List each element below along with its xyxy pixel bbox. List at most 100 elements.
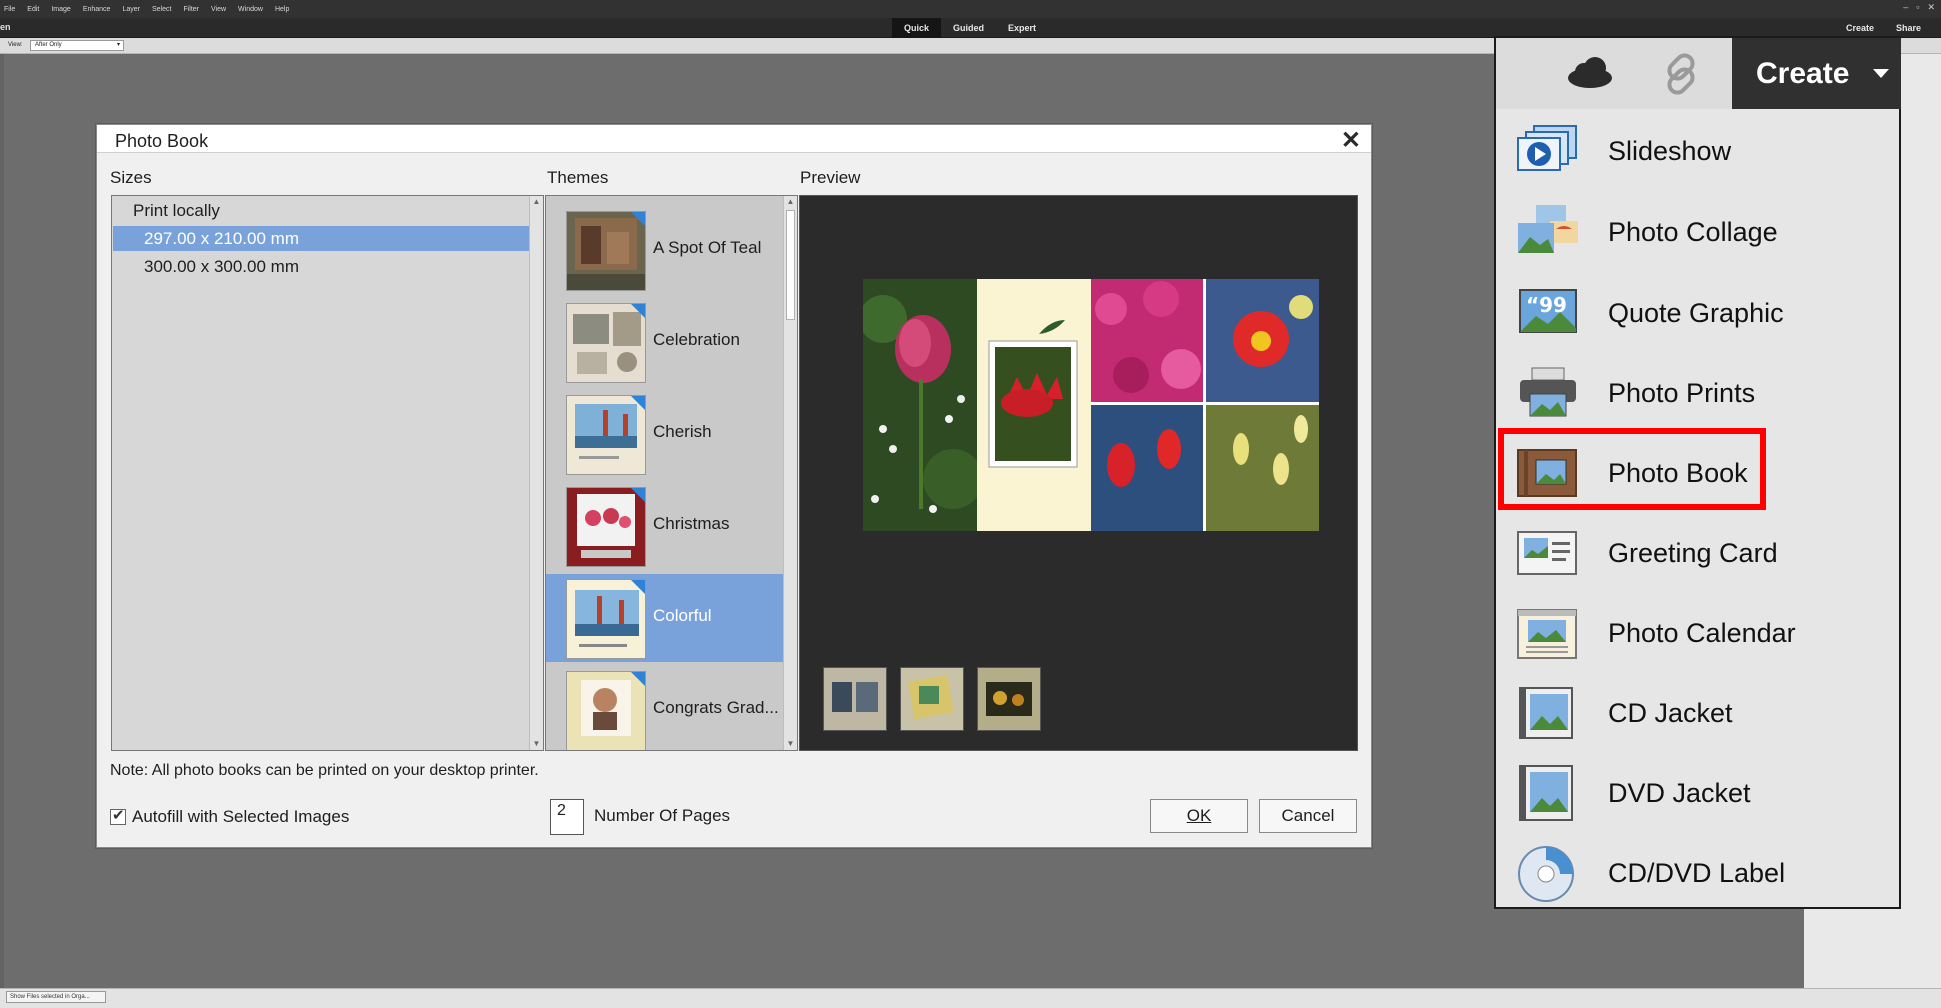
printer-icon <box>1520 367 1576 417</box>
theme-thumbnail <box>566 395 646 475</box>
menu-file[interactable]: File <box>4 6 15 13</box>
create-item-photo-calendar[interactable]: Photo Calendar <box>1496 594 1899 674</box>
autofill-checkbox[interactable]: ✔ <box>110 807 126 825</box>
preview-label: Preview <box>800 168 861 187</box>
sizes-label: Sizes <box>110 168 152 187</box>
scroll-up-icon[interactable]: ▲ <box>784 196 797 208</box>
chevron-down-icon <box>1873 69 1889 78</box>
create-item-label: Photo Calendar <box>1608 618 1796 648</box>
theme-thumbnail <box>566 303 646 383</box>
toolbar-right: Create Share <box>1846 18 1921 38</box>
create-item-label: Slideshow <box>1608 136 1732 166</box>
theme-name: Congrats Grad... <box>653 698 779 717</box>
close-window-icon[interactable]: ✕ <box>1927 2 1935 13</box>
svg-text:“99: “99 <box>1526 293 1567 317</box>
theme-thumbnail <box>566 487 646 567</box>
autofill-option[interactable]: ✔ Autofill with Selected Images <box>110 807 349 827</box>
menu-window[interactable]: Window <box>238 6 263 13</box>
create-button[interactable]: Create <box>1732 38 1901 109</box>
note-text: Note: All photo books can be printed on … <box>110 762 539 779</box>
create-item-label: Photo Prints <box>1608 378 1756 408</box>
theme-name: Christmas <box>653 514 730 533</box>
menu-help[interactable]: Help <box>275 6 289 13</box>
calendar-icon <box>1517 609 1577 659</box>
create-top-button[interactable]: Create <box>1846 18 1874 38</box>
create-item-cd-jacket[interactable]: CD Jacket <box>1496 674 1899 754</box>
create-item-slideshow[interactable]: Slideshow <box>1496 112 1899 192</box>
create-item-label: CD Jacket <box>1608 698 1733 728</box>
create-item-dvd-jacket[interactable]: DVD Jacket <box>1496 754 1899 834</box>
dialog-titlebar: Photo Book ✕ <box>97 125 1371 155</box>
size-item-297x210[interactable]: 297.00 x 210.00 mm <box>113 226 530 251</box>
open-button[interactable]: en <box>0 22 11 32</box>
create-button-label: Create <box>1756 57 1850 90</box>
tab-quick[interactable]: Quick <box>892 18 942 38</box>
dialog-title: Photo Book <box>115 131 209 151</box>
themes-list: A Spot Of Teal Celebration Cherish Chris… <box>545 195 798 751</box>
theme-name: Colorful <box>653 606 712 625</box>
page-thumbnail-3[interactable] <box>977 667 1041 731</box>
page-thumbnail-2[interactable] <box>900 667 964 731</box>
preview-panel <box>799 195 1358 751</box>
theme-item-congrats-grad[interactable]: Congrats Grad... <box>546 666 783 750</box>
preview-spread <box>863 279 1319 531</box>
theme-corner-badge <box>631 488 645 502</box>
sizes-scrollbar[interactable]: ▲ ▼ <box>529 196 543 750</box>
theme-corner-badge <box>631 396 645 410</box>
theme-item-colorful[interactable]: Colorful <box>546 574 783 662</box>
greeting-card-icon <box>1517 531 1577 575</box>
cloud-icon[interactable] <box>1566 56 1614 90</box>
size-item-300x300[interactable]: 300.00 x 300.00 mm <box>113 254 530 279</box>
menu-image[interactable]: Image <box>51 6 70 13</box>
tab-expert[interactable]: Expert <box>996 18 1048 38</box>
theme-item-christmas[interactable]: Christmas <box>546 482 783 570</box>
slideshow-icon <box>1517 125 1577 171</box>
view-select[interactable]: After Only <box>30 40 124 51</box>
scroll-down-icon[interactable]: ▼ <box>784 738 797 750</box>
preview-photo-grid <box>1091 279 1319 531</box>
tab-guided[interactable]: Guided <box>941 18 996 38</box>
theme-name: Cherish <box>653 422 712 441</box>
maximize-icon[interactable]: ▫ <box>1916 2 1919 13</box>
cd-jacket-icon <box>1519 687 1573 739</box>
window-controls: – ▫ ✕ <box>1903 2 1935 13</box>
create-item-quote-graphic[interactable]: “99 Quote Graphic <box>1496 274 1899 354</box>
theme-item-celebration[interactable]: Celebration <box>546 298 783 386</box>
status-bar: Show Files selected in Orga... <box>0 988 1941 1008</box>
scroll-thumb[interactable] <box>786 210 795 320</box>
theme-item-a-spot-of-teal[interactable]: A Spot Of Teal <box>546 206 783 294</box>
cancel-button[interactable]: Cancel <box>1259 799 1357 833</box>
mode-tabs: Quick Guided Expert <box>892 18 1048 38</box>
scroll-down-icon[interactable]: ▼ <box>530 738 543 750</box>
menu-edit[interactable]: Edit <box>27 6 39 13</box>
share-top-button[interactable]: Share <box>1896 18 1921 38</box>
number-of-pages-input[interactable]: 2 <box>550 799 584 835</box>
create-item-photo-prints[interactable]: Photo Prints <box>1496 354 1899 434</box>
themes-label: Themes <box>547 168 609 187</box>
autofill-label[interactable]: Autofill with Selected Images <box>132 807 349 827</box>
create-item-label: DVD Jacket <box>1608 778 1751 808</box>
page-thumb-image <box>824 668 886 730</box>
create-item-photo-collage[interactable]: Photo Collage <box>1496 193 1899 273</box>
menu-enhance[interactable]: Enhance <box>83 6 111 13</box>
theme-item-cherish[interactable]: Cherish <box>546 390 783 478</box>
menu-filter[interactable]: Filter <box>183 6 199 13</box>
ok-button[interactable]: OK <box>1150 799 1248 833</box>
create-item-label: Photo Collage <box>1608 217 1778 247</box>
minimize-icon[interactable]: – <box>1903 2 1908 13</box>
size-group-print-locally: Print locally <box>133 201 220 220</box>
create-item-cd-dvd-label[interactable]: CD/DVD Label <box>1496 834 1899 914</box>
page-thumbnail-1[interactable] <box>823 667 887 731</box>
menu-layer[interactable]: Layer <box>122 6 140 13</box>
create-item-greeting-card[interactable]: Greeting Card <box>1496 514 1899 594</box>
scroll-up-icon[interactable]: ▲ <box>530 196 543 208</box>
themes-scrollbar[interactable]: ▲ ▼ <box>783 196 797 750</box>
theme-thumbnail <box>566 671 646 750</box>
close-icon[interactable]: ✕ <box>1341 126 1361 155</box>
theme-thumbnail <box>566 579 646 659</box>
create-item-label: Greeting Card <box>1608 538 1778 568</box>
menu-view[interactable]: View <box>211 6 226 13</box>
menu-select[interactable]: Select <box>152 6 171 13</box>
status-select[interactable]: Show Files selected in Orga... <box>6 991 106 1003</box>
link-icon[interactable] <box>1659 52 1703 96</box>
